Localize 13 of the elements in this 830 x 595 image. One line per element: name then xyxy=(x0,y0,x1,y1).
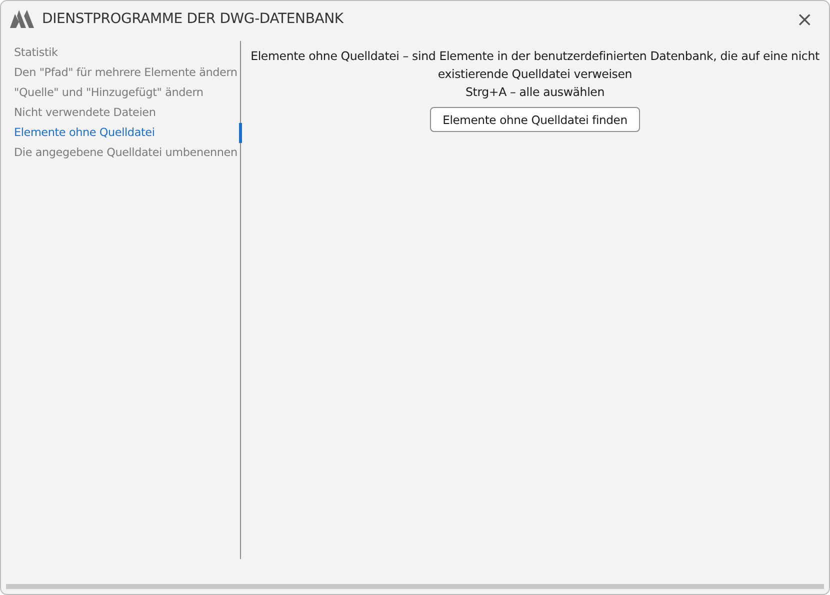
shortcut-hint: Strg+A – alle auswählen xyxy=(465,84,604,101)
scroll-bar[interactable] xyxy=(6,584,824,589)
sidebar-item[interactable]: Nicht verwendete Dateien xyxy=(1,103,240,123)
description-text: Elemente ohne Quelldatei – sind Elemente in der benutzerdefinierten Datenbank, die auf eine nicht existierende Quelldatei verweisen xyxy=(250,48,820,83)
find-button[interactable]: Elemente ohne Quelldatei finden xyxy=(430,107,640,132)
sidebar-item[interactable]: "Quelle" und "Hinzugefügt" ändern xyxy=(1,83,240,103)
sidebar-item[interactable]: Elemente ohne Quelldatei xyxy=(1,123,242,143)
sidebar-item[interactable]: Den "Pfad" für mehrere Elemente ändern xyxy=(1,63,240,83)
sidebar-item[interactable]: Statistik xyxy=(1,43,240,63)
sidebar-item[interactable]: Die angegebene Quelldatei umbenennen xyxy=(1,143,240,163)
close-button[interactable]: × xyxy=(790,9,819,29)
logo-icon xyxy=(10,10,34,28)
window-title: DIENSTPROGRAMME DER DWG-DATENBANK xyxy=(42,11,345,27)
